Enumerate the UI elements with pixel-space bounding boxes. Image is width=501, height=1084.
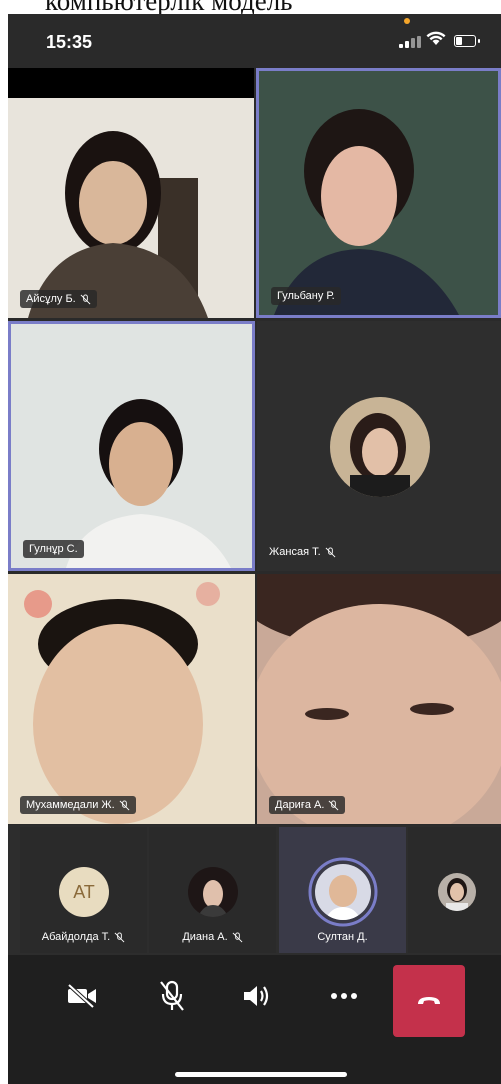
tile-name-label: Жансая Т.: [269, 543, 336, 561]
tile-name: Айсұлу Б.: [26, 293, 76, 305]
participant-video: [257, 574, 501, 824]
mic-muted-icon: [114, 931, 125, 942]
participant-strip-item-speaking[interactable]: Султан Д.: [279, 827, 406, 953]
tile-name: Дариға А.: [275, 799, 325, 811]
mic-muted-icon: [80, 293, 91, 304]
participant-strip[interactable]: АТ Абайдолда Т. Диана А. Султан Д.: [8, 825, 501, 955]
home-indicator[interactable]: [175, 1072, 347, 1077]
participant-name: Диана А.: [182, 931, 228, 943]
mic-muted-icon: [232, 931, 243, 942]
battery-icon: [454, 35, 480, 47]
tile-name: Мухаммедали Ж.: [26, 799, 115, 811]
status-bar: 15:35: [8, 14, 501, 68]
recording-dot-icon: [404, 18, 410, 24]
tile-name: Гульбану Р.: [277, 290, 335, 302]
participant-video: [8, 574, 255, 824]
participant-avatar: [308, 857, 378, 927]
video-tile-active-speaker[interactable]: Гулнұр С.: [8, 321, 255, 571]
tile-name-label: Гульбану Р.: [271, 287, 341, 305]
more-options-button[interactable]: [320, 972, 368, 1020]
status-time: 15:35: [46, 32, 93, 52]
participant-video: [8, 98, 254, 318]
mic-muted-icon: [329, 799, 339, 810]
more-icon: [331, 993, 357, 999]
participant-name: Абайдолда Т.: [41, 931, 111, 943]
hang-up-icon: [418, 997, 440, 1004]
avatar-tile[interactable]: Жансая Т.: [257, 321, 501, 571]
mic-muted-icon: [119, 799, 130, 810]
mic-off-icon: [160, 980, 184, 1011]
tile-name-label: Айсұлу Б.: [20, 290, 97, 308]
participant-strip-item[interactable]: Диана А.: [149, 827, 276, 953]
call-controls-bar: [8, 955, 501, 1084]
tile-name-label: Мухаммедали Ж.: [20, 796, 136, 814]
participant-name-label: Абайдолда Т.: [20, 931, 147, 943]
participant-avatar: [330, 397, 430, 497]
speaker-icon: [244, 986, 269, 1006]
camera-off-icon: [67, 984, 96, 1008]
participant-strip-item[interactable]: АТ Абайдолда Т.: [20, 827, 147, 953]
signal-icon: [399, 36, 421, 48]
video-tile[interactable]: Мухаммедали Ж.: [8, 574, 255, 824]
tile-name: Гулнұр С.: [29, 543, 78, 555]
video-tile[interactable]: Дариға А.: [257, 574, 501, 824]
tile-name-label: Гулнұр С.: [23, 540, 84, 558]
participant-name: Султан Д.: [317, 931, 368, 943]
wifi-icon: [426, 31, 446, 45]
participant-video: [259, 71, 498, 315]
participant-name-label: Диана А.: [149, 931, 276, 943]
tile-name: Жансая Т.: [269, 546, 321, 558]
participant-avatar: [188, 867, 238, 917]
video-tile-active-speaker[interactable]: Гульбану Р.: [256, 68, 501, 318]
tile-name-label: Дариға А.: [269, 796, 346, 814]
avatar-initials: АТ: [59, 867, 109, 917]
participant-name-label: Султан Д.: [279, 931, 406, 943]
microphone-toggle-button[interactable]: [148, 972, 196, 1020]
mic-muted-icon: [325, 546, 336, 557]
phone-screen: 15:35 Айсұлу Б. Гульбану Р. Гулнұр С. Жа…: [8, 14, 501, 1084]
hang-up-button[interactable]: [393, 965, 465, 1037]
video-tile[interactable]: Айсұлу Б.: [8, 68, 254, 318]
speaker-button[interactable]: [232, 972, 280, 1020]
participant-avatar: [438, 873, 476, 911]
participant-video: [11, 324, 252, 568]
participant-strip-item[interactable]: [408, 827, 501, 953]
camera-toggle-button[interactable]: [58, 972, 106, 1020]
